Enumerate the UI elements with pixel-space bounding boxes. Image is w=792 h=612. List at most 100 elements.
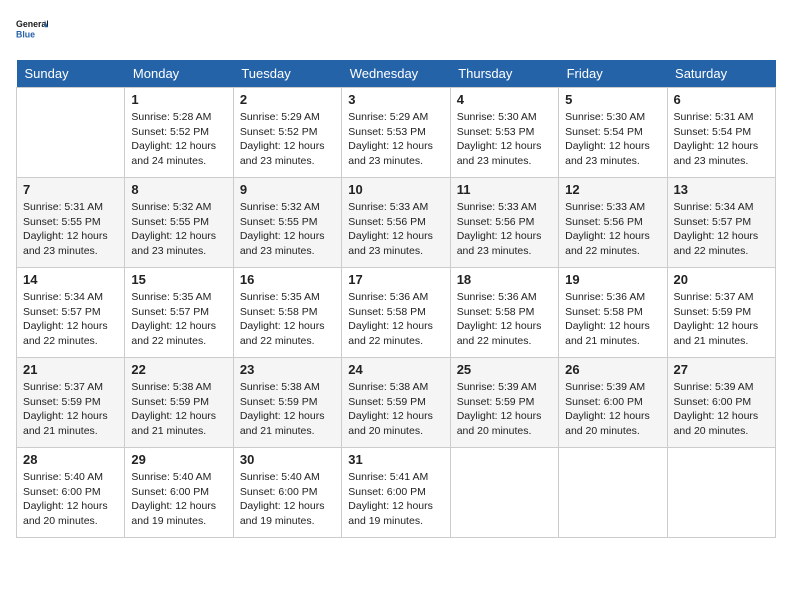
day-info: Sunrise: 5:38 AM Sunset: 5:59 PM Dayligh… bbox=[348, 380, 443, 439]
day-number: 12 bbox=[565, 182, 660, 197]
day-number: 28 bbox=[23, 452, 118, 467]
calendar-cell bbox=[667, 448, 775, 538]
day-info: Sunrise: 5:38 AM Sunset: 5:59 PM Dayligh… bbox=[131, 380, 226, 439]
calendar-week-row: 28 Sunrise: 5:40 AM Sunset: 6:00 PM Dayli… bbox=[17, 448, 776, 538]
column-header-monday: Monday bbox=[125, 60, 233, 88]
calendar-header-row: SundayMondayTuesdayWednesdayThursdayFrid… bbox=[17, 60, 776, 88]
column-header-tuesday: Tuesday bbox=[233, 60, 341, 88]
day-info: Sunrise: 5:36 AM Sunset: 5:58 PM Dayligh… bbox=[565, 290, 660, 349]
calendar-cell: 10 Sunrise: 5:33 AM Sunset: 5:56 PM Dayli… bbox=[342, 178, 450, 268]
calendar-cell: 18Sunrise: 5:36 AM Sunset: 5:58 PM Dayli… bbox=[450, 268, 558, 358]
day-number: 9 bbox=[240, 182, 335, 197]
day-info: Sunrise: 5:40 AM Sunset: 6:00 PM Dayligh… bbox=[131, 470, 226, 529]
calendar-week-row: 1 Sunrise: 5:28 AM Sunset: 5:52 PM Daylig… bbox=[17, 88, 776, 178]
day-info: Sunrise: 5:35 AM Sunset: 5:58 PM Dayligh… bbox=[240, 290, 335, 349]
day-info: Sunrise: 5:41 AM Sunset: 6:00 PM Dayligh… bbox=[348, 470, 443, 529]
calendar-cell: 29 Sunrise: 5:40 AM Sunset: 6:00 PM Dayli… bbox=[125, 448, 233, 538]
column-header-wednesday: Wednesday bbox=[342, 60, 450, 88]
day-info: Sunrise: 5:33 AM Sunset: 5:56 PM Dayligh… bbox=[348, 200, 443, 259]
day-number: 22 bbox=[131, 362, 226, 377]
calendar-cell: 16 Sunrise: 5:35 AM Sunset: 5:58 PM Dayli… bbox=[233, 268, 341, 358]
calendar-cell: 5 Sunrise: 5:30 AM Sunset: 5:54 PM Daylig… bbox=[559, 88, 667, 178]
day-number: 21 bbox=[23, 362, 118, 377]
day-info: Sunrise: 5:29 AM Sunset: 5:52 PM Dayligh… bbox=[240, 110, 335, 169]
logo-icon: General Blue bbox=[16, 16, 48, 48]
day-number: 18 bbox=[457, 272, 552, 287]
day-info: Sunrise: 5:38 AM Sunset: 5:59 PM Dayligh… bbox=[240, 380, 335, 439]
day-info: Sunrise: 5:35 AM Sunset: 5:57 PM Dayligh… bbox=[131, 290, 226, 349]
column-header-sunday: Sunday bbox=[17, 60, 125, 88]
calendar-table: SundayMondayTuesdayWednesdayThursdayFrid… bbox=[16, 60, 776, 538]
calendar-cell: 4Sunrise: 5:30 AM Sunset: 5:53 PM Daylig… bbox=[450, 88, 558, 178]
calendar-cell bbox=[559, 448, 667, 538]
calendar-cell: 22 Sunrise: 5:38 AM Sunset: 5:59 PM Dayli… bbox=[125, 358, 233, 448]
day-number: 1 bbox=[131, 92, 226, 107]
column-header-saturday: Saturday bbox=[667, 60, 775, 88]
calendar-week-row: 21Sunrise: 5:37 AM Sunset: 5:59 PM Dayli… bbox=[17, 358, 776, 448]
day-info: Sunrise: 5:40 AM Sunset: 6:00 PM Dayligh… bbox=[240, 470, 335, 529]
day-info: Sunrise: 5:32 AM Sunset: 5:55 PM Dayligh… bbox=[240, 200, 335, 259]
day-number: 16 bbox=[240, 272, 335, 287]
day-info: Sunrise: 5:39 AM Sunset: 5:59 PM Dayligh… bbox=[457, 380, 552, 439]
calendar-cell: 25Sunrise: 5:39 AM Sunset: 5:59 PM Dayli… bbox=[450, 358, 558, 448]
day-info: Sunrise: 5:28 AM Sunset: 5:52 PM Dayligh… bbox=[131, 110, 226, 169]
column-header-thursday: Thursday bbox=[450, 60, 558, 88]
day-number: 19 bbox=[565, 272, 660, 287]
day-number: 13 bbox=[674, 182, 769, 197]
day-info: Sunrise: 5:33 AM Sunset: 5:56 PM Dayligh… bbox=[457, 200, 552, 259]
day-number: 2 bbox=[240, 92, 335, 107]
day-info: Sunrise: 5:34 AM Sunset: 5:57 PM Dayligh… bbox=[674, 200, 769, 259]
calendar-cell: 20Sunrise: 5:37 AM Sunset: 5:59 PM Dayli… bbox=[667, 268, 775, 358]
day-info: Sunrise: 5:32 AM Sunset: 5:55 PM Dayligh… bbox=[131, 200, 226, 259]
day-info: Sunrise: 5:30 AM Sunset: 5:54 PM Dayligh… bbox=[565, 110, 660, 169]
day-info: Sunrise: 5:40 AM Sunset: 6:00 PM Dayligh… bbox=[23, 470, 118, 529]
day-info: Sunrise: 5:36 AM Sunset: 5:58 PM Dayligh… bbox=[348, 290, 443, 349]
day-info: Sunrise: 5:31 AM Sunset: 5:55 PM Dayligh… bbox=[23, 200, 118, 259]
day-info: Sunrise: 5:29 AM Sunset: 5:53 PM Dayligh… bbox=[348, 110, 443, 169]
calendar-cell: 12 Sunrise: 5:33 AM Sunset: 5:56 PM Dayli… bbox=[559, 178, 667, 268]
day-number: 15 bbox=[131, 272, 226, 287]
day-number: 5 bbox=[565, 92, 660, 107]
page-header: General Blue bbox=[16, 16, 776, 48]
day-number: 6 bbox=[674, 92, 769, 107]
day-info: Sunrise: 5:39 AM Sunset: 6:00 PM Dayligh… bbox=[565, 380, 660, 439]
calendar-cell: 13 Sunrise: 5:34 AM Sunset: 5:57 PM Dayli… bbox=[667, 178, 775, 268]
calendar-cell: 1 Sunrise: 5:28 AM Sunset: 5:52 PM Daylig… bbox=[125, 88, 233, 178]
calendar-cell: 2 Sunrise: 5:29 AM Sunset: 5:52 PM Daylig… bbox=[233, 88, 341, 178]
day-info: Sunrise: 5:31 AM Sunset: 5:54 PM Dayligh… bbox=[674, 110, 769, 169]
calendar-cell: 11 Sunrise: 5:33 AM Sunset: 5:56 PM Dayli… bbox=[450, 178, 558, 268]
calendar-cell: 27 Sunrise: 5:39 AM Sunset: 6:00 PM Dayli… bbox=[667, 358, 775, 448]
calendar-cell bbox=[450, 448, 558, 538]
day-info: Sunrise: 5:39 AM Sunset: 6:00 PM Dayligh… bbox=[674, 380, 769, 439]
day-number: 30 bbox=[240, 452, 335, 467]
calendar-cell: 28 Sunrise: 5:40 AM Sunset: 6:00 PM Dayli… bbox=[17, 448, 125, 538]
day-number: 24 bbox=[348, 362, 443, 377]
calendar-week-row: 7 Sunrise: 5:31 AM Sunset: 5:55 PM Daylig… bbox=[17, 178, 776, 268]
day-number: 8 bbox=[131, 182, 226, 197]
day-number: 3 bbox=[348, 92, 443, 107]
calendar-cell: 19 Sunrise: 5:36 AM Sunset: 5:58 PM Dayli… bbox=[559, 268, 667, 358]
day-number: 29 bbox=[131, 452, 226, 467]
calendar-cell: 14 Sunrise: 5:34 AM Sunset: 5:57 PM Dayli… bbox=[17, 268, 125, 358]
day-number: 17 bbox=[348, 272, 443, 287]
day-info: Sunrise: 5:34 AM Sunset: 5:57 PM Dayligh… bbox=[23, 290, 118, 349]
day-number: 4 bbox=[457, 92, 552, 107]
column-header-friday: Friday bbox=[559, 60, 667, 88]
calendar-cell: 31 Sunrise: 5:41 AM Sunset: 6:00 PM Dayli… bbox=[342, 448, 450, 538]
calendar-cell: 9 Sunrise: 5:32 AM Sunset: 5:55 PM Daylig… bbox=[233, 178, 341, 268]
calendar-cell: 3 Sunrise: 5:29 AM Sunset: 5:53 PM Daylig… bbox=[342, 88, 450, 178]
svg-text:General: General bbox=[16, 19, 48, 29]
day-number: 10 bbox=[348, 182, 443, 197]
calendar-cell: 30 Sunrise: 5:40 AM Sunset: 6:00 PM Dayli… bbox=[233, 448, 341, 538]
calendar-cell bbox=[17, 88, 125, 178]
calendar-cell: 26 Sunrise: 5:39 AM Sunset: 6:00 PM Dayli… bbox=[559, 358, 667, 448]
day-number: 7 bbox=[23, 182, 118, 197]
day-number: 26 bbox=[565, 362, 660, 377]
day-number: 11 bbox=[457, 182, 552, 197]
logo: General Blue bbox=[16, 16, 48, 48]
day-number: 31 bbox=[348, 452, 443, 467]
day-info: Sunrise: 5:33 AM Sunset: 5:56 PM Dayligh… bbox=[565, 200, 660, 259]
day-number: 27 bbox=[674, 362, 769, 377]
calendar-cell: 23Sunrise: 5:38 AM Sunset: 5:59 PM Dayli… bbox=[233, 358, 341, 448]
day-number: 14 bbox=[23, 272, 118, 287]
